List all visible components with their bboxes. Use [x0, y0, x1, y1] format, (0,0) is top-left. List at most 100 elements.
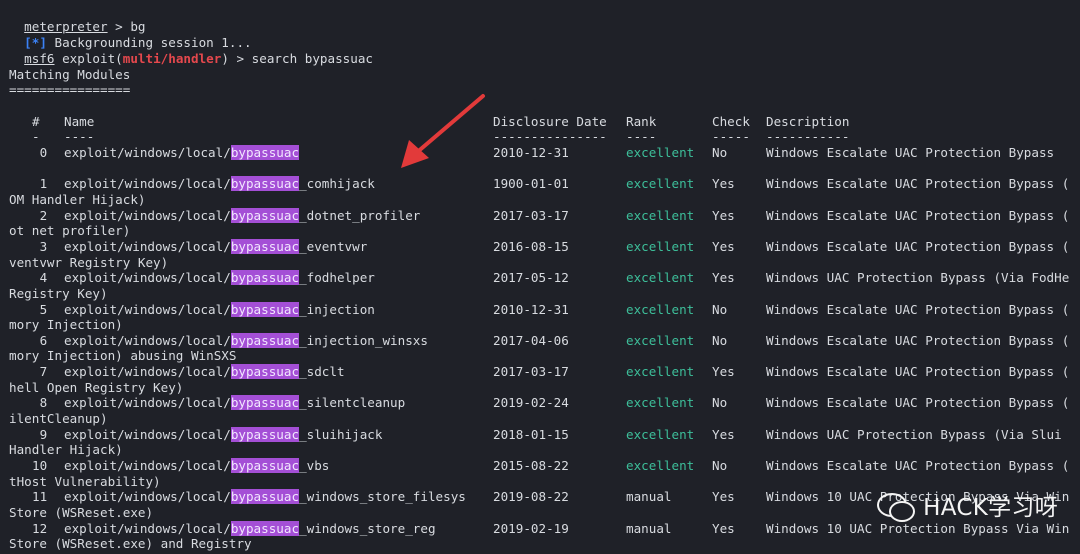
row-module-name[interactable]: exploit/windows/local/bypassuac_silentcl… — [64, 395, 406, 411]
module-name: multi/handler — [122, 51, 222, 66]
row-num: 6 — [39, 332, 48, 348]
row-module-name[interactable]: exploit/windows/local/bypassuac_comhijac… — [64, 176, 375, 192]
row-rank: manual — [626, 489, 672, 505]
msf-prompt: msf6 — [24, 51, 55, 66]
row-rank: manual — [626, 520, 672, 536]
watermark-text: HACK学习呀 — [923, 495, 1058, 521]
row-num: 2 — [39, 207, 48, 223]
module-path-suffix: _sdclt — [299, 364, 345, 380]
header-name-underline: ---- — [64, 129, 95, 144]
search-highlight: bypassuac — [230, 145, 300, 160]
header-check: Check — [712, 114, 750, 129]
row-rank: excellent — [626, 426, 695, 442]
header-description-underline: ----------- — [766, 129, 850, 144]
row-num: 7 — [39, 364, 48, 380]
row-check: Yes — [712, 207, 735, 223]
module-path-suffix: _silentcleanup — [299, 395, 406, 411]
row-check: Yes — [712, 364, 735, 380]
row-description: Windows Escalate UAC Protection Bypass ( — [766, 207, 1070, 223]
search-highlight: bypassuac — [230, 301, 300, 317]
row-check: No — [712, 395, 728, 411]
row-module-name[interactable]: exploit/windows/local/bypassuac_windows_… — [64, 520, 436, 536]
header-num: # — [32, 114, 40, 129]
row-module-name[interactable]: exploit/windows/local/bypassuac_injectio… — [64, 332, 428, 348]
row-date: 2010-12-31 — [493, 145, 569, 160]
module-path-prefix: exploit/windows/local/ — [64, 520, 231, 536]
row-description: Windows Escalate UAC Protection Bypass ( — [766, 176, 1070, 192]
row-check: No — [712, 458, 728, 473]
row-module-name[interactable]: exploit/windows/local/bypassuac_eventvwr — [64, 238, 368, 254]
row-num: 9 — [39, 426, 48, 442]
search-highlight: bypassuac — [230, 176, 300, 192]
row-num: 5 — [39, 301, 48, 317]
module-path-prefix: exploit/windows/local/ — [64, 395, 231, 411]
search-highlight: bypassuac — [230, 489, 300, 505]
row-module-name[interactable]: exploit/windows/local/bypassuac_dotnet_p… — [64, 207, 420, 223]
row-check: No — [712, 332, 728, 348]
module-path-prefix: exploit/windows/local/ — [64, 458, 231, 473]
row-description: Windows Escalate UAC Protection Bypass ( — [766, 364, 1070, 380]
row-module-name[interactable]: exploit/windows/local/bypassuac_sluihija… — [64, 426, 383, 442]
module-path-suffix: _windows_store_filesys — [299, 489, 466, 505]
row-description-wrap: Handler Hijack) — [9, 442, 123, 458]
module-path-prefix: exploit/windows/local/ — [64, 176, 231, 192]
row-check: Yes — [712, 520, 735, 536]
row-rank: excellent — [626, 332, 695, 348]
module-path-prefix: exploit/windows/local/ — [64, 332, 231, 348]
row-description: Windows Escalate UAC Protection Bypass — [766, 145, 1055, 160]
row-description-wrap: OM Handler Hijack) — [9, 191, 146, 207]
row-module-name[interactable]: exploit/windows/local/bypassuac_sdclt — [64, 364, 345, 380]
module-path-suffix: _sluihijack — [299, 426, 383, 442]
row-description-wrap: tHost Vulnerability) — [9, 473, 161, 489]
row-rank: excellent — [626, 301, 695, 317]
row-description-wrap: hell Open Registry Key) — [9, 379, 184, 395]
row-num: 11 — [32, 489, 48, 505]
row-date: 2018-01-15 — [493, 426, 569, 442]
row-module-name[interactable]: exploit/windows/local/bypassuac_injectio… — [64, 301, 375, 317]
row-description: Windows Escalate UAC Protection Bypass ( — [766, 238, 1070, 254]
search-highlight: bypassuac — [230, 238, 300, 254]
watermark: HACK学习呀 — [875, 488, 1058, 522]
module-path-suffix: _eventvwr — [299, 238, 368, 254]
row-rank: excellent — [626, 207, 695, 223]
row-date: 2017-03-17 — [493, 207, 569, 223]
header-date: Disclosure Date — [493, 114, 607, 129]
search-highlight: bypassuac — [230, 520, 300, 536]
wechat-icon — [875, 489, 916, 522]
row-num: 1 — [39, 176, 48, 192]
row-module-name[interactable]: exploit/windows/local/bypassuac_vbs — [64, 458, 329, 473]
row-check: Yes — [712, 238, 735, 254]
row-module-name[interactable]: exploit/windows/local/bypassuac — [64, 145, 300, 160]
row-check: Yes — [712, 426, 735, 442]
row-module-name[interactable]: exploit/windows/local/bypassuac_fodhelpe… — [64, 270, 375, 286]
row-check: No — [712, 301, 728, 317]
row-check: No — [712, 145, 728, 160]
row-rank: excellent — [626, 238, 695, 254]
row-module-name[interactable]: exploit/windows/local/bypassuac_windows_… — [64, 489, 466, 505]
row-check: Yes — [712, 270, 735, 286]
section-title: Matching Modules — [9, 67, 131, 82]
row-num: 8 — [39, 395, 48, 411]
row-num: 3 — [39, 238, 48, 254]
row-description: Windows Escalate UAC Protection Bypass ( — [766, 458, 1070, 473]
row-description: Windows UAC Protection Bypass (Via FodHe — [766, 270, 1070, 286]
module-path-prefix: exploit/windows/local/ — [64, 270, 231, 286]
module-path-prefix: exploit/windows/local/ — [64, 145, 231, 160]
cmd-line-search[interactable]: msf6 exploit(multi/handler) > search byp… — [9, 36, 373, 66]
exploit-prefix: exploit( — [54, 51, 123, 66]
row-check: Yes — [712, 489, 735, 505]
module-path-prefix: exploit/windows/local/ — [64, 426, 231, 442]
module-path-prefix: exploit/windows/local/ — [64, 207, 231, 223]
red-arrow-icon — [401, 94, 485, 168]
row-num: 12 — [32, 520, 48, 536]
row-date: 2015-08-22 — [493, 458, 569, 473]
row-date: 2019-02-19 — [493, 520, 569, 536]
module-path-prefix: exploit/windows/local/ — [64, 301, 231, 317]
search-highlight: bypassuac — [230, 270, 300, 286]
module-path-suffix: _vbs — [299, 458, 330, 473]
module-path-suffix: _injection — [299, 301, 375, 317]
row-date: 2017-05-12 — [493, 270, 569, 286]
header-date-underline: --------------- — [493, 129, 607, 144]
row-num: 0 — [39, 145, 48, 160]
row-date: 2017-04-06 — [493, 332, 569, 348]
